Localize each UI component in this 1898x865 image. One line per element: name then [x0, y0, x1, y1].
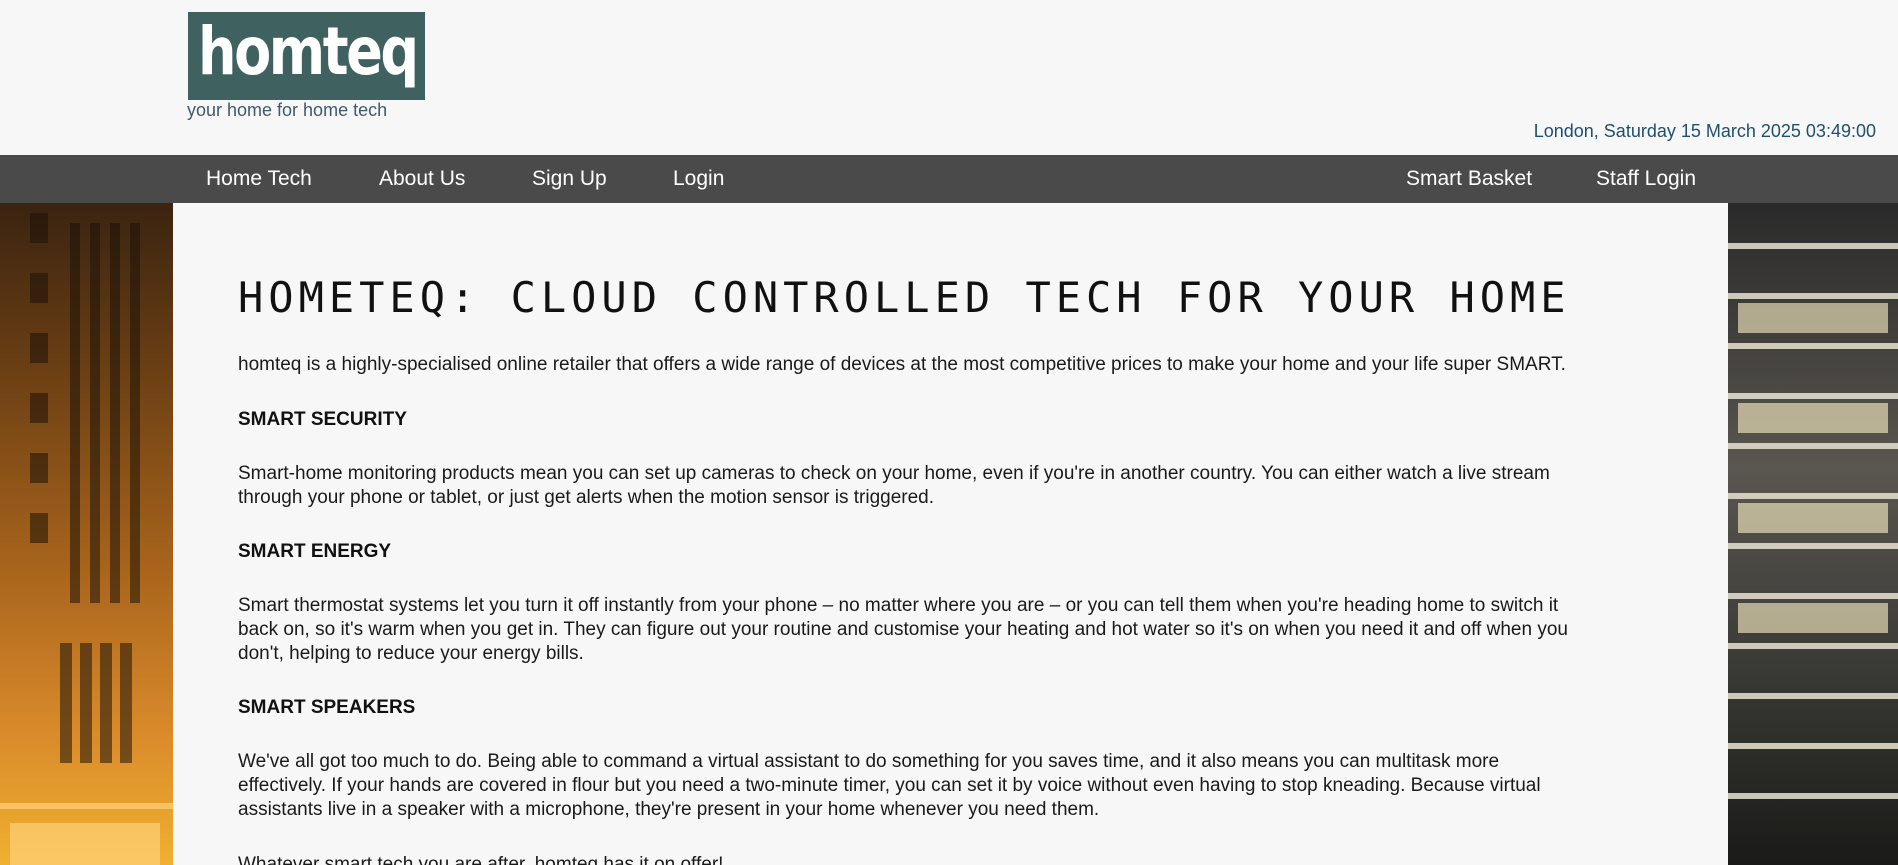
nav-home-tech[interactable]: Home Tech	[206, 155, 312, 203]
main-nav: Home Tech About Us Sign Up Login Smart B…	[0, 155, 1898, 203]
security-line-1: Smart-home monitoring products mean you …	[238, 463, 1550, 484]
section-heading-speakers: SMART SPEAKERS	[238, 697, 416, 718]
background-photo-right	[1728, 203, 1898, 865]
section-heading-security: SMART SECURITY	[238, 409, 407, 430]
closing-paragraph: Whatever smart tech you are after, homte…	[238, 854, 724, 865]
tagline: your home for home tech	[187, 100, 388, 120]
speakers-line-1: We've all got too much to do. Being able…	[238, 751, 1500, 772]
energy-line-2: back on, so it's warm when you get in. T…	[238, 619, 1568, 640]
location-datetime: London, Saturday 15 March 2025 03:49:00	[1533, 121, 1876, 141]
building-illustration-right	[1728, 243, 1898, 799]
background-photo-left	[0, 203, 173, 865]
nav-about-us[interactable]: About Us	[379, 155, 465, 203]
energy-line-1: Smart thermostat systems let you turn it…	[238, 595, 1559, 616]
energy-line-3: don't, helping to reduce your energy bil…	[238, 643, 584, 664]
speakers-line-3: assistants live in a speaker with a micr…	[238, 799, 1100, 820]
nav-login[interactable]: Login	[673, 155, 724, 203]
page-title: HOMETEQ: CLOUD CONTROLLED TECH FOR YOUR …	[238, 273, 1571, 322]
security-line-2: through your phone or tablet, or just ge…	[238, 487, 935, 508]
nav-smart-basket[interactable]: Smart Basket	[1406, 155, 1532, 203]
intro-paragraph: homteq is a highly-specialised online re…	[238, 354, 1566, 375]
speakers-line-2: effectively. If your hands are covered i…	[238, 775, 1541, 796]
homteq-logo[interactable]: homteq	[188, 12, 425, 100]
section-heading-energy: SMART ENERGY	[238, 541, 392, 562]
nav-sign-up[interactable]: Sign Up	[532, 155, 607, 203]
nav-staff-login[interactable]: Staff Login	[1596, 155, 1696, 203]
building-illustration-left	[0, 213, 173, 865]
site-header: homteq your home for home tech London, S…	[0, 0, 1898, 155]
main-content: HOMETEQ: CLOUD CONTROLLED TECH FOR YOUR …	[173, 203, 1728, 865]
logo-text: homteq	[198, 13, 419, 90]
